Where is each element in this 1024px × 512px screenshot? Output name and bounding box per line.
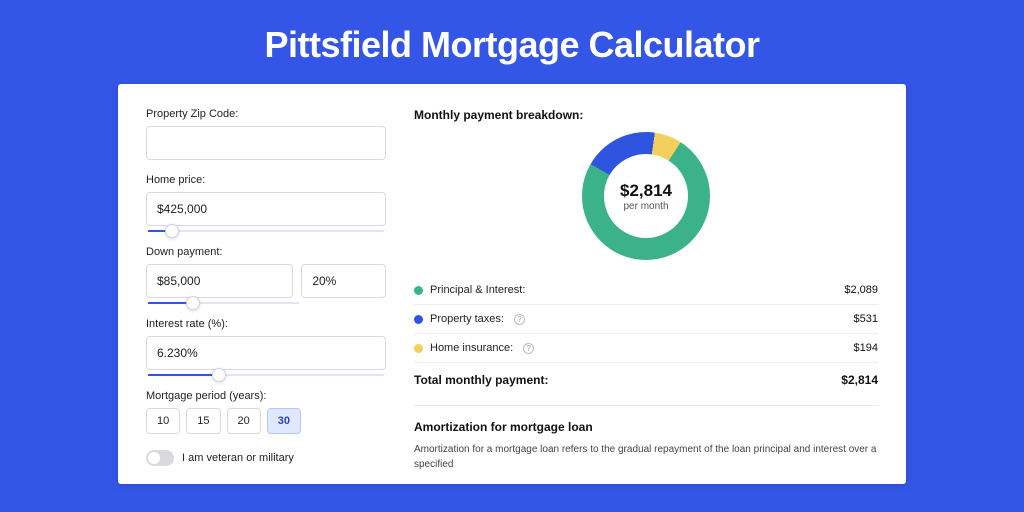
donut-chart: $2,814 per month xyxy=(414,132,878,260)
slider-thumb-icon[interactable] xyxy=(186,296,200,310)
zip-label: Property Zip Code: xyxy=(146,108,386,120)
down-payment-label: Down payment: xyxy=(146,246,386,258)
legend-row-principal: Principal & Interest: $2,089 xyxy=(414,276,878,305)
donut-center: $2,814 per month xyxy=(604,154,688,238)
legend-value: $194 xyxy=(854,342,878,354)
legend-row-taxes: Property taxes: ? $531 xyxy=(414,305,878,334)
calculator-card: Property Zip Code: Home price: Down paym… xyxy=(118,84,906,484)
interest-input[interactable] xyxy=(146,336,386,370)
dot-icon xyxy=(414,315,423,324)
down-payment-field: Down payment: xyxy=(146,246,386,298)
down-payment-slider[interactable] xyxy=(148,302,299,304)
slider-thumb-icon[interactable] xyxy=(165,224,179,238)
period-label: Mortgage period (years): xyxy=(146,390,386,402)
inputs-column: Property Zip Code: Home price: Down paym… xyxy=(146,108,386,484)
legend: Principal & Interest: $2,089 Property ta… xyxy=(414,276,878,362)
breakdown-column: Monthly payment breakdown: $2,814 per mo… xyxy=(414,108,878,484)
period-option-10[interactable]: 10 xyxy=(146,408,180,434)
amortization-section: Amortization for mortgage loan Amortizat… xyxy=(414,405,878,472)
period-option-15[interactable]: 15 xyxy=(186,408,220,434)
interest-slider[interactable] xyxy=(148,374,384,376)
home-price-slider[interactable] xyxy=(148,230,384,232)
legend-name: Home insurance: xyxy=(430,342,513,354)
period-option-30[interactable]: 30 xyxy=(267,408,301,434)
home-price-input[interactable] xyxy=(146,192,386,226)
period-option-20[interactable]: 20 xyxy=(227,408,261,434)
interest-field: Interest rate (%): xyxy=(146,318,386,370)
veteran-row: I am veteran or military xyxy=(146,450,386,466)
breakdown-heading: Monthly payment breakdown: xyxy=(414,108,878,122)
total-value: $2,814 xyxy=(841,373,878,387)
amortization-body: Amortization for a mortgage loan refers … xyxy=(414,442,878,472)
legend-name: Property taxes: xyxy=(430,313,504,325)
home-price-label: Home price: xyxy=(146,174,386,186)
down-payment-percent-input[interactable] xyxy=(301,264,386,298)
interest-label: Interest rate (%): xyxy=(146,318,386,330)
legend-name: Principal & Interest: xyxy=(430,284,525,296)
legend-value: $531 xyxy=(854,313,878,325)
info-icon[interactable]: ? xyxy=(523,343,534,354)
slider-thumb-icon[interactable] xyxy=(212,368,226,382)
period-options: 10 15 20 30 xyxy=(146,408,386,434)
page-title: Pittsfield Mortgage Calculator xyxy=(0,0,1024,84)
donut-sub: per month xyxy=(623,201,668,212)
info-icon[interactable]: ? xyxy=(514,314,525,325)
home-price-field: Home price: xyxy=(146,174,386,226)
veteran-label: I am veteran or military xyxy=(182,452,294,464)
legend-value: $2,089 xyxy=(844,284,878,296)
down-payment-amount-input[interactable] xyxy=(146,264,293,298)
veteran-toggle[interactable] xyxy=(146,450,174,466)
dot-icon xyxy=(414,286,423,295)
zip-input[interactable] xyxy=(146,126,386,160)
toggle-knob-icon xyxy=(148,452,160,464)
period-field: Mortgage period (years): 10 15 20 30 xyxy=(146,390,386,434)
dot-icon xyxy=(414,344,423,353)
total-label: Total monthly payment: xyxy=(414,373,548,387)
zip-field: Property Zip Code: xyxy=(146,108,386,160)
amortization-heading: Amortization for mortgage loan xyxy=(414,420,878,434)
total-row: Total monthly payment: $2,814 xyxy=(414,362,878,401)
donut-value: $2,814 xyxy=(620,181,672,201)
legend-row-insurance: Home insurance: ? $194 xyxy=(414,334,878,362)
